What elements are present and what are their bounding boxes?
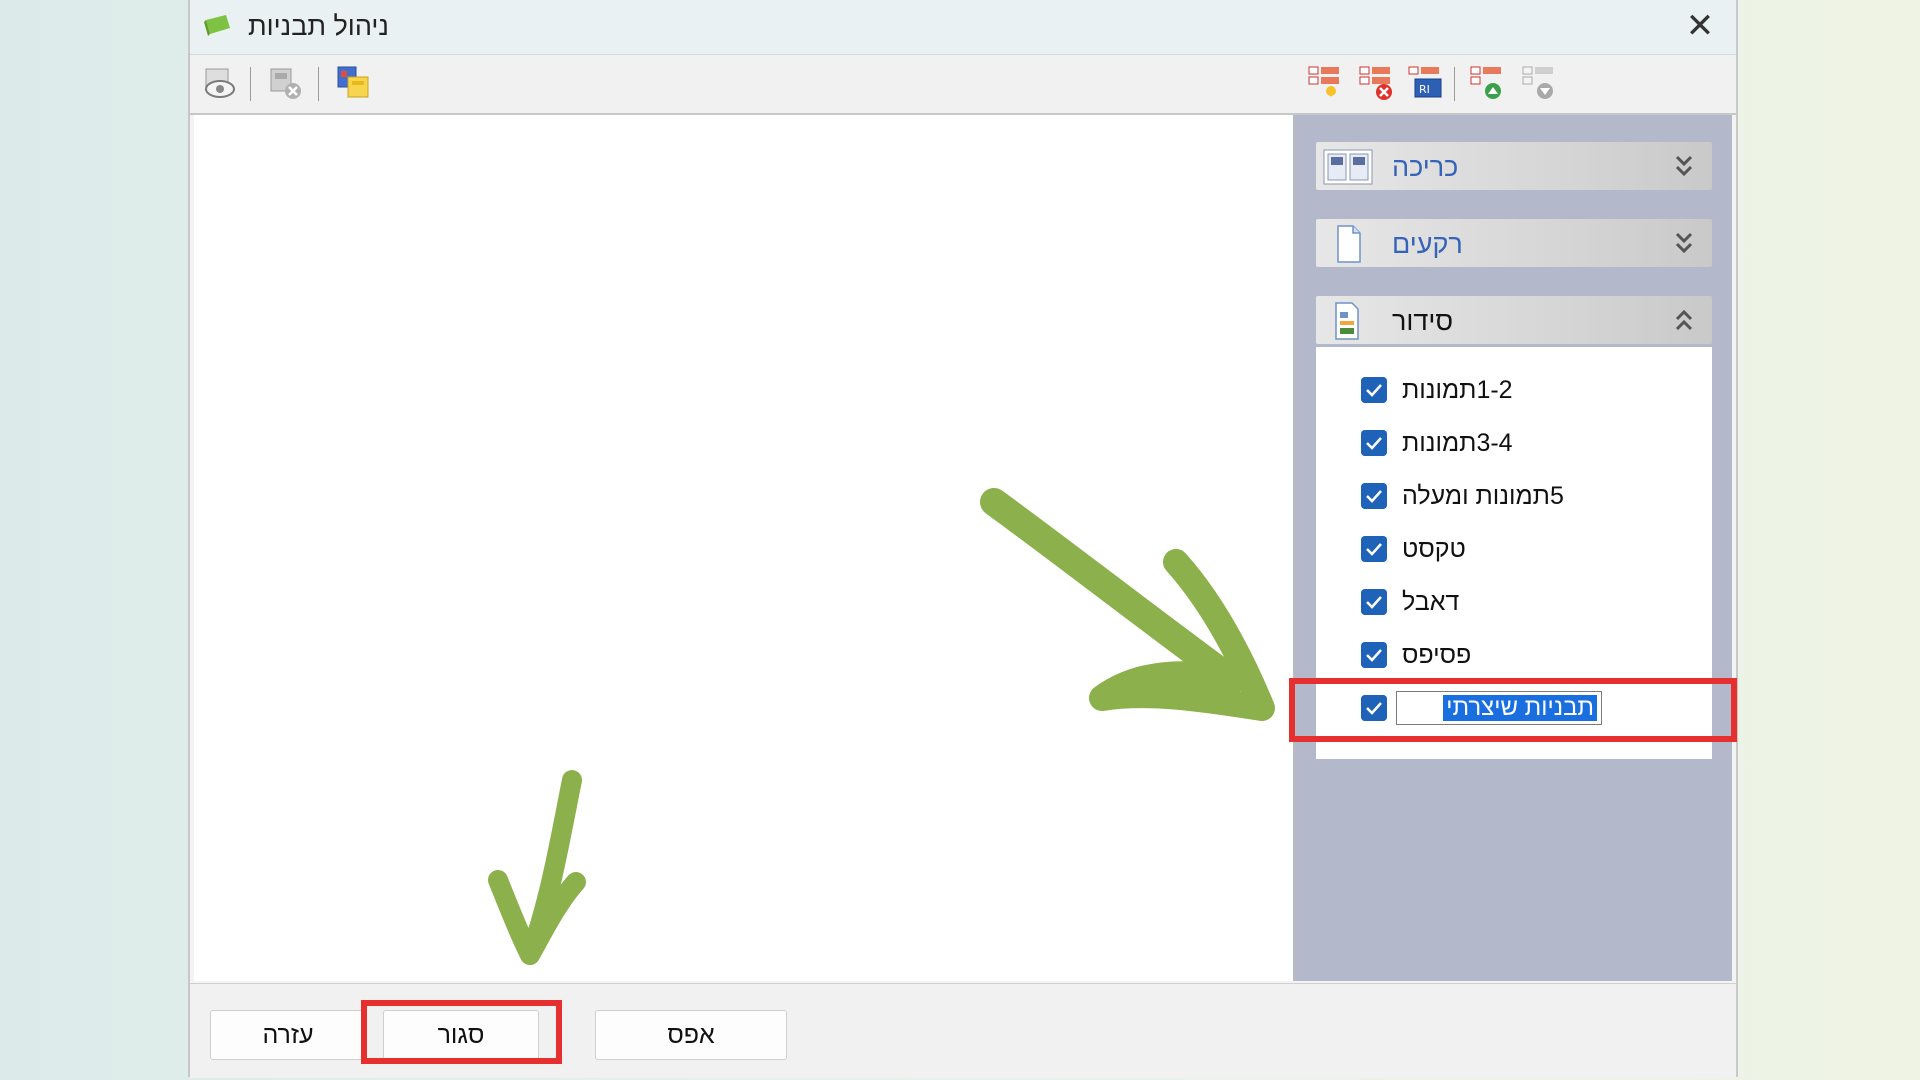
help-button[interactable]: עזרה (210, 1010, 366, 1060)
checkbox-checked-icon[interactable] (1361, 536, 1387, 562)
copy-template-icon[interactable] (334, 63, 374, 103)
arrangement-icon (1335, 302, 1359, 340)
preview-icon[interactable] (200, 63, 240, 103)
group-label: כריכה (1392, 152, 1459, 182)
add-template-icon[interactable] (1305, 63, 1345, 103)
title-bar: ניהול תבניות ✕ (190, 0, 1736, 55)
list-item-label: 1-2תמונות (1402, 376, 1513, 404)
rename-template-icon[interactable]: RI (1405, 63, 1445, 103)
chevron-up-icon (1675, 309, 1693, 331)
checkbox-checked-icon[interactable] (1361, 430, 1387, 456)
close-icon[interactable]: ✕ (1678, 6, 1722, 46)
list-item-label: פסיפס (1402, 641, 1472, 669)
page-background-icon (1337, 225, 1361, 263)
list-item[interactable]: דאבל (1316, 579, 1712, 623)
group-label: רקעים (1392, 229, 1463, 259)
list-item[interactable]: 3-4תמונות (1316, 420, 1712, 464)
manage-templates-window: ניהול תבניות ✕ RI כריכה רקעים סידור 1-2ת… (188, 0, 1738, 1078)
checkbox-checked-icon[interactable] (1361, 377, 1387, 403)
toolbar: RI (190, 55, 1736, 115)
list-item[interactable]: טקסט (1316, 526, 1712, 570)
delete-template-icon[interactable] (266, 63, 306, 103)
highlight-box-close-button (361, 1000, 562, 1064)
window-title: ניהול תבניות (248, 11, 389, 41)
group-header-cover[interactable]: כריכה (1316, 142, 1712, 190)
cover-layout-icon (1323, 149, 1373, 185)
group-label: סידור (1392, 306, 1454, 336)
green-arrow-annotation (488, 770, 586, 965)
chevron-down-icon (1675, 155, 1693, 177)
list-item-label: 3-4תמונות (1402, 429, 1513, 457)
checkbox-checked-icon[interactable] (1361, 589, 1387, 615)
checkbox-checked-icon[interactable] (1361, 642, 1387, 668)
checkbox-checked-icon[interactable] (1361, 483, 1387, 509)
group-header-backgrounds[interactable]: רקעים (1316, 219, 1712, 267)
toolbar-separator (250, 67, 251, 101)
list-item[interactable]: פסיפס (1316, 632, 1712, 676)
highlight-box-template-item (1289, 678, 1737, 742)
list-item-label: טקסט (1402, 535, 1466, 563)
list-item[interactable]: 5תמונות ומעלה (1316, 473, 1712, 517)
template-sidebar: כריכה רקעים סידור 1-2תמונות 3-4תמונות 5ת… (1296, 115, 1732, 981)
group-header-arrangement[interactable]: סידור (1316, 296, 1712, 344)
move-down-icon[interactable] (1519, 63, 1559, 103)
list-item-label: דאבל (1402, 588, 1460, 616)
remove-template-icon[interactable] (1356, 63, 1396, 103)
toolbar-separator (318, 67, 319, 101)
chevron-down-icon (1675, 232, 1693, 254)
list-item-label: 5תמונות ומעלה (1402, 482, 1564, 510)
reset-button[interactable]: אפס (595, 1010, 787, 1060)
green-arrow-annotation (980, 488, 1275, 721)
svg-text:RI: RI (1419, 83, 1430, 96)
move-up-icon[interactable] (1467, 63, 1507, 103)
list-item[interactable]: 1-2תמונות (1316, 367, 1712, 411)
toolbar-separator (1454, 67, 1455, 101)
app-icon (204, 15, 230, 36)
